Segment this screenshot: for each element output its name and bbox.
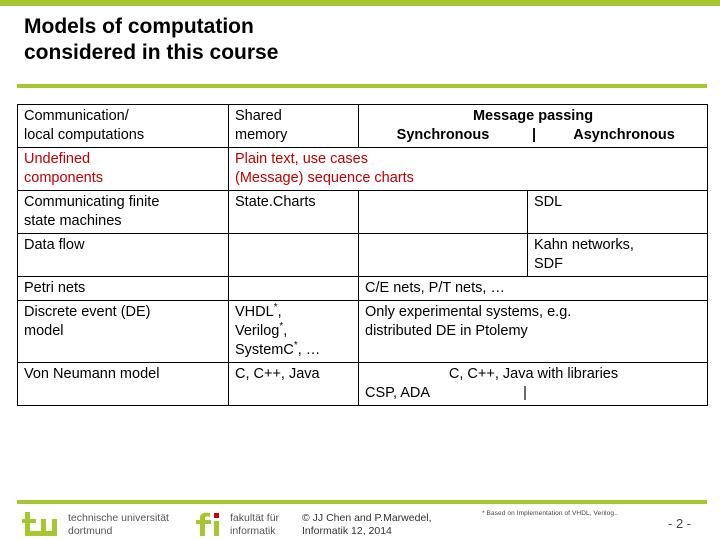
cell-span-line-1: Only experimental systems, e.g. — [365, 304, 572, 320]
header-asynchronous-label: Asynchronous — [573, 127, 675, 143]
footer-faculty-line-2: informatik — [230, 525, 276, 537]
table-row: Discrete event (DE) model VHDL*, Verilog… — [17, 300, 709, 363]
table-row: Petri nets C/E nets, P/T nets, … — [17, 276, 709, 301]
cell-dataflow-shared-memory — [228, 233, 359, 277]
footer-university-text: technische universität dortmund — [68, 512, 193, 538]
row-label-line-1: Undefined — [24, 151, 91, 167]
table-row: Undefined components Plain text, use cas… — [17, 147, 709, 191]
header-message-passing-label: Message passing — [472, 108, 594, 124]
cell-petri-shared-memory — [228, 276, 359, 301]
page-number: - 2 - — [668, 516, 692, 531]
table-head: Communication/ local computations Shared… — [17, 104, 709, 148]
footnote-marker: * — [273, 302, 278, 314]
table-row: Data flow Kahn networks, SDF — [17, 233, 709, 277]
models-of-computation-table-wrapper: Communication/ local computations Shared… — [17, 104, 709, 406]
cell-span-line-1: C, C++, Java with libraries — [448, 366, 619, 382]
cell-line-1: Kahn networks, — [534, 237, 634, 253]
header-cell-communication: Communication/ local computations — [17, 104, 229, 148]
hdl-suffix: , … — [297, 342, 321, 358]
header-cell-message-passing: Message passing Synchronous | Asynchrono… — [357, 104, 709, 148]
cell-de-shared-memory: VHDL*, Verilog*, SystemC*, … — [228, 300, 359, 363]
header-cell-shared-memory: Shared memory — [228, 104, 359, 148]
cell-span-line-2-wrap: CSP, ADA | — [365, 384, 702, 403]
footer-copyright-text: © JJ Chen and P.Marwedel, Informatik 12,… — [302, 512, 477, 538]
footnote-marker: * — [279, 321, 284, 333]
cell-line-2: SDF — [534, 256, 563, 272]
cell-cfsm-synchronous — [358, 190, 528, 234]
cell-de-message-passing-span: Only experimental systems, e.g. distribu… — [357, 300, 709, 363]
tu-dortmund-logo-icon — [22, 512, 57, 536]
footer-university-line-1: technische universität — [68, 512, 169, 524]
page-title-line-1: Models of computation — [24, 15, 254, 38]
top-accent-bar — [0, 0, 720, 6]
page-title-line-2: considered in this course — [24, 41, 279, 64]
footer-copyright-line-2: Informatik 12, 2014 — [302, 525, 392, 537]
footer-university-line-2: dortmund — [68, 525, 113, 537]
cell-span-line-2-divider: | — [523, 385, 527, 401]
header-communication-line-1: Communication/ — [24, 108, 129, 124]
row-label-communicating-fsm: Communicating finite state machines — [17, 190, 229, 234]
row-label-line-1: Communicating finite — [24, 194, 160, 210]
cell-span-line-2: distributed DE in Ptolemy — [365, 323, 528, 339]
cell-petri-message-passing-span: C/E nets, P/T nets, … — [357, 276, 709, 301]
hdl-verilog: Verilog — [235, 323, 280, 339]
cell-undefined-components-span: Plain text, use cases (Message) sequence… — [227, 147, 709, 191]
cell-vn-shared-memory: C, C++, Java — [228, 362, 359, 406]
cell-vn-message-passing-span: C, C++, Java with libraries CSP, ADA | — [357, 362, 709, 406]
fakultaet-informatik-logo-icon — [196, 512, 219, 536]
header-subcolumn-divider: | — [531, 127, 537, 143]
row-label-petri-nets: Petri nets — [17, 276, 229, 301]
footer-faculty-line-1: fakultät für — [230, 512, 280, 524]
header-synchronous-label: Synchronous — [396, 127, 490, 143]
cell-span-line-2: (Message) sequence charts — [235, 170, 414, 186]
cell-line-1: VHDL*, — [235, 302, 282, 320]
row-label-data-flow: Data flow — [17, 233, 229, 277]
hdl-systemc: SystemC — [235, 342, 294, 358]
header-message-passing-subcolumns: Synchronous | Asynchronous — [359, 126, 707, 145]
row-label-line-2: model — [24, 323, 64, 339]
table-body: Undefined components Plain text, use cas… — [17, 147, 709, 406]
row-label-line-1: Data flow — [24, 237, 85, 253]
footnote-text: * Based on Implementation of VHDL, Veril… — [482, 510, 618, 517]
cell-line-3: SystemC*, … — [235, 341, 353, 360]
row-label-line-2: components — [24, 170, 103, 186]
row-label-discrete-event-model: Discrete event (DE) model — [17, 300, 229, 363]
table-row: Von Neumann model C, C++, Java C, C++, J… — [17, 362, 709, 406]
cell-dataflow-asynchronous: Kahn networks, SDF — [526, 233, 709, 277]
row-label-line-2: state machines — [24, 213, 122, 229]
cell-span-line-2: CSP, ADA — [365, 385, 431, 401]
header-shared-memory-line-1: Shared — [235, 108, 282, 124]
models-of-computation-table: Communication/ local computations Shared… — [17, 104, 709, 406]
table-row: Communicating finite state machines Stat… — [17, 190, 709, 234]
table-header-row: Communication/ local computations Shared… — [17, 104, 709, 148]
cell-cfsm-shared-memory: State.Charts — [228, 190, 359, 234]
row-label-von-neumann-model: Von Neumann model — [17, 362, 229, 406]
header-shared-memory-line-2: memory — [235, 127, 288, 143]
hdl-vhdl: VHDL — [235, 304, 274, 320]
cell-dataflow-synchronous — [358, 233, 528, 277]
cell-span-line-1: Plain text, use cases — [235, 151, 368, 167]
cell-cfsm-asynchronous: SDL — [526, 190, 709, 234]
footer-copyright-line-1: © JJ Chen and P.Marwedel, — [302, 512, 432, 524]
header-communication-line-2: local computations — [24, 127, 145, 143]
footer-faculty-text: fakultät für informatik — [230, 512, 298, 538]
page-title: Models of computation considered in this… — [24, 14, 684, 66]
row-label-undefined-components: Undefined components — [17, 147, 229, 191]
title-underline-rule — [17, 84, 707, 88]
cell-line-2: Verilog*, — [235, 321, 288, 339]
row-label-line-1: Discrete event (DE) — [24, 304, 151, 320]
